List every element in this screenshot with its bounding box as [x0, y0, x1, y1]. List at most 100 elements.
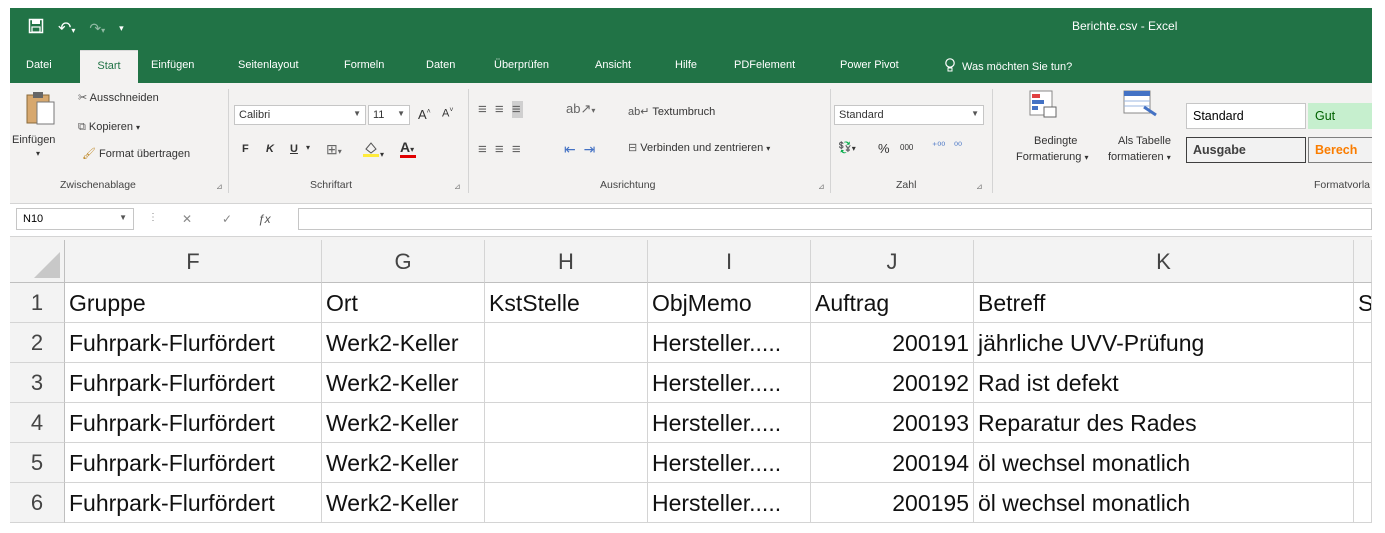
cell-k4[interactable]: Reparatur des Rades: [974, 403, 1354, 443]
cell-k6[interactable]: öl wechsel monatlich: [974, 483, 1354, 523]
cell-l6[interactable]: [1354, 483, 1372, 523]
cell-f3[interactable]: Fuhrpark-Flurfördert: [65, 363, 322, 403]
column-header-l[interactable]: [1354, 240, 1372, 283]
borders-icon[interactable]: ⊞▾: [326, 141, 342, 158]
font-color-icon[interactable]: A▾: [400, 139, 416, 158]
redo-icon[interactable]: ↷▾: [89, 20, 105, 37]
vertical-align-icons[interactable]: ≡ ≡ ≡: [478, 101, 523, 118]
cell-f6[interactable]: Fuhrpark-Flurfördert: [65, 483, 322, 523]
clipboard-launcher-icon[interactable]: ⊿: [216, 182, 223, 191]
style-gut[interactable]: Gut: [1308, 103, 1372, 129]
cell-h1[interactable]: KstStelle: [485, 283, 648, 323]
number-format-combo[interactable]: Standard ▼: [834, 105, 984, 125]
cell-f1[interactable]: Gruppe: [65, 283, 322, 323]
cell-j1[interactable]: Auftrag: [811, 283, 974, 323]
cell-f4[interactable]: Fuhrpark-Flurfördert: [65, 403, 322, 443]
shrink-font-icon[interactable]: A˅: [442, 107, 453, 120]
cell-f5[interactable]: Fuhrpark-Flurfördert: [65, 443, 322, 483]
cell-g1[interactable]: Ort: [322, 283, 485, 323]
cell-i6[interactable]: Hersteller.....: [648, 483, 811, 523]
cut-button[interactable]: ✂ Ausschneiden: [78, 91, 159, 104]
currency-icon[interactable]: 💱▾: [838, 141, 856, 154]
percent-button[interactable]: %: [878, 141, 890, 156]
conditional-formatting-button[interactable]: Formatierung ▾: [1016, 151, 1089, 163]
format-as-table-button[interactable]: formatieren ▾: [1108, 151, 1171, 163]
row-header[interactable]: 3: [10, 363, 65, 403]
cell-k3[interactable]: Rad ist defekt: [974, 363, 1354, 403]
orientation-icon[interactable]: ab↗▾: [566, 101, 595, 117]
tab-start[interactable]: Start: [80, 50, 138, 83]
cell-j4[interactable]: 200193: [811, 403, 974, 443]
format-as-table-icon[interactable]: [1122, 89, 1158, 122]
format-as-table-label-1[interactable]: Als Tabelle: [1118, 135, 1171, 147]
tab-datei[interactable]: Datei: [26, 59, 52, 71]
column-header-h[interactable]: H: [485, 240, 648, 283]
customize-qat-icon[interactable]: ▾: [119, 23, 124, 34]
cell-h2[interactable]: [485, 323, 648, 363]
cell-j6[interactable]: 200195: [811, 483, 974, 523]
cell-l2[interactable]: [1354, 323, 1372, 363]
save-icon[interactable]: [28, 18, 44, 38]
font-launcher-icon[interactable]: ⊿: [454, 182, 461, 191]
style-berechnung[interactable]: Berech: [1308, 137, 1372, 163]
grow-font-icon[interactable]: A˄: [418, 107, 431, 122]
merge-center-button[interactable]: ⊟ Verbinden und zentrieren ▾: [628, 141, 770, 154]
tell-me-box[interactable]: Was möchten Sie tun?: [944, 58, 1072, 75]
cell-g4[interactable]: Werk2-Keller: [322, 403, 485, 443]
tab-seitenlayout[interactable]: Seitenlayout: [238, 59, 299, 71]
font-name-combo[interactable]: Calibri ▼: [234, 105, 366, 125]
alignment-launcher-icon[interactable]: ⊿: [818, 182, 825, 191]
cell-i3[interactable]: Hersteller.....: [648, 363, 811, 403]
number-launcher-icon[interactable]: ⊿: [976, 182, 983, 191]
conditional-formatting-icon[interactable]: [1028, 89, 1058, 122]
underline-button[interactable]: U: [290, 143, 298, 155]
horizontal-align-icons[interactable]: ≡ ≡ ≡: [478, 141, 523, 158]
cell-k2[interactable]: jährliche UVV-Prüfung: [974, 323, 1354, 363]
cancel-icon[interactable]: ✕: [182, 212, 192, 226]
cell-h3[interactable]: [485, 363, 648, 403]
cell-l5[interactable]: [1354, 443, 1372, 483]
enter-icon[interactable]: ✓: [222, 212, 232, 226]
bold-button[interactable]: F: [242, 143, 249, 155]
paste-icon[interactable]: [24, 89, 56, 130]
tab-power-pivot[interactable]: Power Pivot: [840, 59, 899, 71]
cell-g2[interactable]: Werk2-Keller: [322, 323, 485, 363]
column-header-g[interactable]: G: [322, 240, 485, 283]
row-header[interactable]: 2: [10, 323, 65, 363]
formula-input[interactable]: [298, 208, 1372, 230]
conditional-formatting-label-1[interactable]: Bedingte: [1034, 135, 1077, 147]
cell-h4[interactable]: [485, 403, 648, 443]
cell-f2[interactable]: Fuhrpark-Flurfördert: [65, 323, 322, 363]
italic-button[interactable]: K: [266, 143, 274, 155]
tab-formeln[interactable]: Formeln: [344, 59, 384, 71]
row-header[interactable]: 5: [10, 443, 65, 483]
row-header[interactable]: 4: [10, 403, 65, 443]
decrease-decimal-icon[interactable]: ⁰⁰: [954, 141, 962, 152]
column-header-k[interactable]: K: [974, 240, 1354, 283]
indent-icons[interactable]: ⇤ ⇥: [564, 141, 597, 158]
thousands-button[interactable]: 000: [900, 143, 913, 152]
cell-h5[interactable]: [485, 443, 648, 483]
style-ausgabe[interactable]: Ausgabe: [1186, 137, 1306, 163]
name-box[interactable]: N10 ▼: [16, 208, 134, 230]
cell-l1[interactable]: S: [1354, 283, 1372, 323]
style-standard[interactable]: Standard: [1186, 103, 1306, 129]
cell-j3[interactable]: 200192: [811, 363, 974, 403]
insert-function-icon[interactable]: ƒx: [258, 212, 271, 226]
cell-i1[interactable]: ObjMemo: [648, 283, 811, 323]
underline-dropdown-icon[interactable]: ▾: [306, 143, 310, 152]
column-header-i[interactable]: I: [648, 240, 811, 283]
cell-j5[interactable]: 200194: [811, 443, 974, 483]
tab-pdfelement[interactable]: PDFelement: [734, 59, 795, 71]
cell-g5[interactable]: Werk2-Keller: [322, 443, 485, 483]
select-all-button[interactable]: [10, 240, 65, 283]
fill-color-icon[interactable]: ▾: [362, 139, 384, 160]
column-header-f[interactable]: F: [65, 240, 322, 283]
cell-i2[interactable]: Hersteller.....: [648, 323, 811, 363]
cell-l3[interactable]: [1354, 363, 1372, 403]
format-painter-button[interactable]: 🖌 Format übertragen: [82, 147, 190, 160]
increase-decimal-icon[interactable]: ⁺⁰⁰: [932, 141, 945, 152]
paste-dropdown-icon[interactable]: ▾: [36, 149, 40, 158]
cell-j2[interactable]: 200191: [811, 323, 974, 363]
cell-i5[interactable]: Hersteller.....: [648, 443, 811, 483]
